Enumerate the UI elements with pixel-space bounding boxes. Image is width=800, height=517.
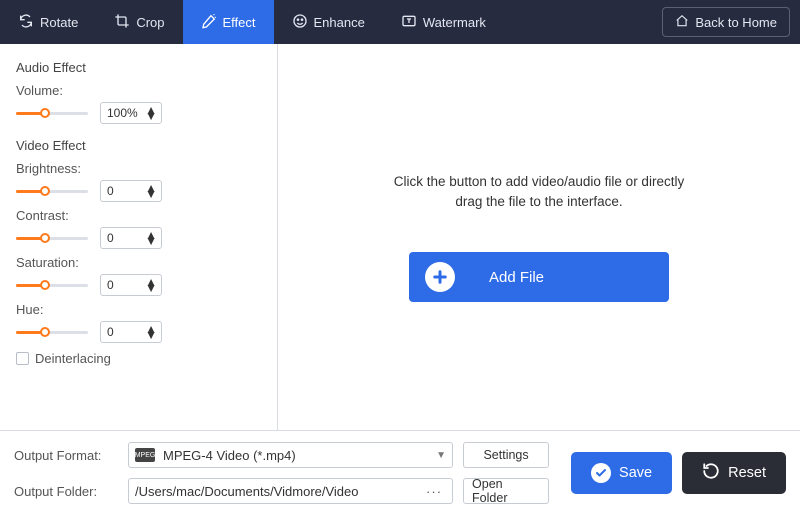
saturation-value: 0 [107,278,114,292]
home-icon [675,14,689,31]
open-folder-button[interactable]: Open Folder [463,478,549,504]
video-effect-title: Video Effect [16,138,261,153]
tab-label: Rotate [40,15,78,30]
hue-value: 0 [107,325,114,339]
output-folder-value: /Users/mac/Documents/Vidmore/Video [135,484,416,499]
brightness-value: 0 [107,184,114,198]
brightness-slider[interactable] [16,184,88,198]
save-label: Save [619,465,652,481]
tab-rotate[interactable]: Rotate [0,0,96,44]
stepper-arrows-icon[interactable]: ▲▼ [145,107,157,119]
enhance-icon [292,13,308,32]
saturation-slider[interactable] [16,278,88,292]
tab-label: Watermark [423,15,486,30]
brightness-label: Brightness: [16,161,261,176]
tab-label: Enhance [314,15,365,30]
rotate-icon [18,13,34,32]
browse-folder-button[interactable]: ··· [422,484,446,499]
hue-label: Hue: [16,302,261,317]
saturation-spinbox[interactable]: 0 ▲▼ [100,274,162,296]
saturation-label: Saturation: [16,255,261,270]
chevron-down-icon: ▼ [436,450,446,461]
settings-button[interactable]: Settings [463,442,549,468]
contrast-value: 0 [107,231,114,245]
reset-button[interactable]: Reset [682,452,786,494]
output-format-select[interactable]: MPEG MPEG-4 Video (*.mp4) ▼ [128,442,453,468]
stepper-arrows-icon[interactable]: ▲▼ [145,326,157,338]
preview-hint: Click the button to add video/audio file… [394,172,684,213]
add-file-button[interactable]: Add File [409,252,669,302]
effect-sidebar: Audio Effect Volume: 100% ▲▼ Video Effec… [0,44,278,430]
hue-slider[interactable] [16,325,88,339]
tab-label: Effect [223,15,256,30]
audio-effect-title: Audio Effect [16,60,261,75]
reset-icon [702,462,720,484]
top-toolbar: Rotate Crop Effect Enhance Watermark Bac… [0,0,800,44]
contrast-spinbox[interactable]: 0 ▲▼ [100,227,162,249]
back-home-label: Back to Home [695,15,777,30]
bottom-bar: Output Format: MPEG MPEG-4 Video (*.mp4)… [0,431,800,517]
tab-effect[interactable]: Effect [183,0,274,44]
tab-watermark[interactable]: Watermark [383,0,504,44]
volume-label: Volume: [16,83,261,98]
mp4-badge-icon: MPEG [135,448,155,462]
volume-slider[interactable] [16,106,88,120]
output-format-value: MPEG-4 Video (*.mp4) [163,448,428,463]
volume-value: 100% [107,106,138,120]
watermark-icon [401,13,417,32]
brightness-spinbox[interactable]: 0 ▲▼ [100,180,162,202]
add-file-label: Add File [489,269,544,286]
save-button[interactable]: Save [571,452,672,494]
stepper-arrows-icon[interactable]: ▲▼ [145,279,157,291]
crop-icon [114,13,130,32]
deinterlacing-label: Deinterlacing [35,351,111,366]
preview-panel[interactable]: Click the button to add video/audio file… [278,44,800,430]
check-circle-icon [591,463,611,483]
stepper-arrows-icon[interactable]: ▲▼ [145,185,157,197]
effect-icon [201,13,217,32]
deinterlacing-checkbox[interactable] [16,352,29,365]
output-folder-input[interactable]: /Users/mac/Documents/Vidmore/Video ··· [128,478,453,504]
hue-spinbox[interactable]: 0 ▲▼ [100,321,162,343]
tab-label: Crop [136,15,164,30]
stepper-arrows-icon[interactable]: ▲▼ [145,232,157,244]
output-format-label: Output Format: [14,448,118,463]
plus-circle-icon [425,262,455,292]
volume-spinbox[interactable]: 100% ▲▼ [100,102,162,124]
contrast-slider[interactable] [16,231,88,245]
main-area: Audio Effect Volume: 100% ▲▼ Video Effec… [0,44,800,431]
tab-crop[interactable]: Crop [96,0,182,44]
contrast-label: Contrast: [16,208,261,223]
output-folder-label: Output Folder: [14,484,118,499]
tab-enhance[interactable]: Enhance [274,0,383,44]
reset-label: Reset [728,465,766,481]
back-to-home-button[interactable]: Back to Home [662,7,790,37]
